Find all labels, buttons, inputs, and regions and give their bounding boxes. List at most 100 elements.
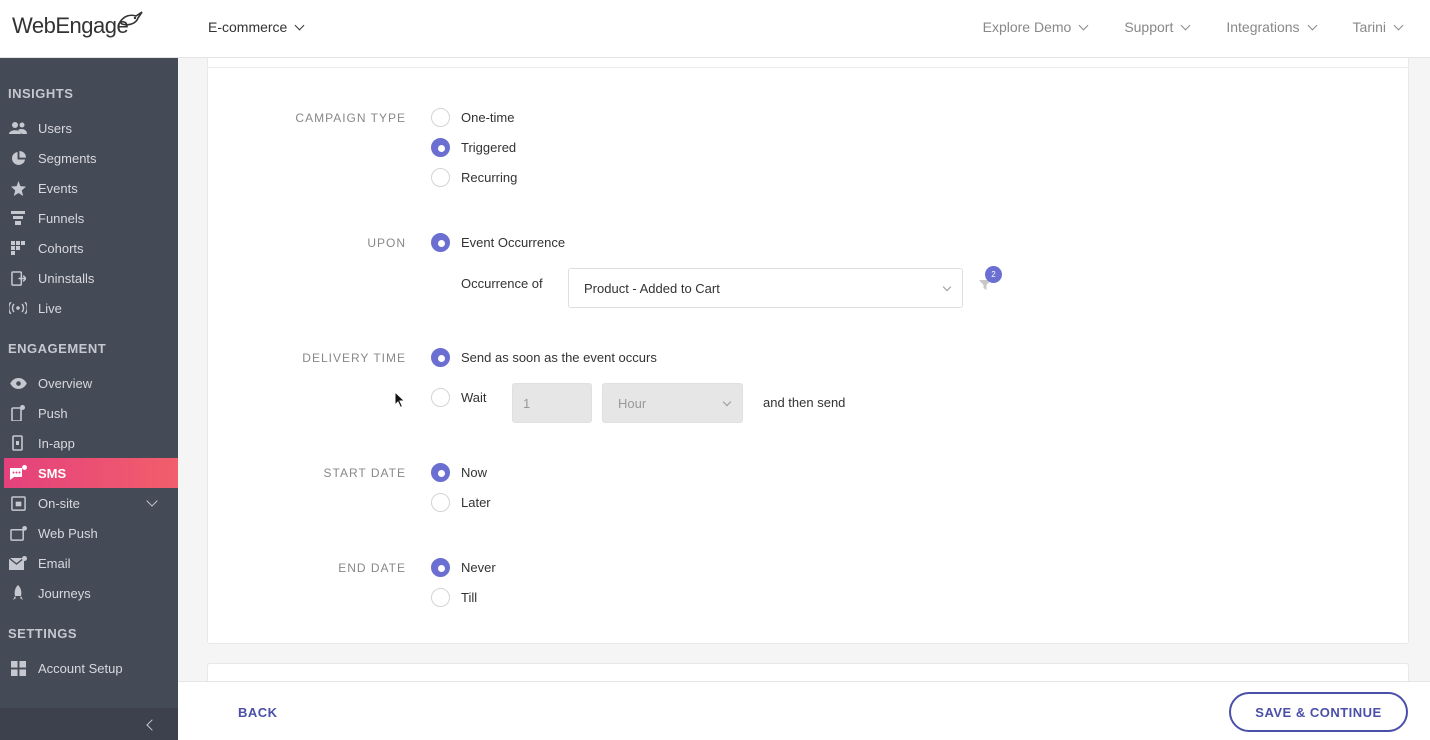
back-button[interactable]: BACK: [238, 705, 278, 720]
logo-text: WebEngage: [12, 13, 129, 38]
web-push-icon: [9, 525, 27, 541]
filter-count-badge: 2: [985, 266, 1002, 283]
user-name: Tarini: [1352, 19, 1386, 35]
radio-label: Event Occurrence: [461, 235, 566, 250]
uninstall-icon: [9, 270, 27, 286]
sidebar-item-label: Web Push: [38, 525, 98, 541]
sidebar-item-label: Segments: [38, 150, 97, 166]
sidebar-item-uninstalls[interactable]: Uninstalls: [0, 263, 178, 293]
radio-button-selected[interactable]: [431, 233, 450, 252]
bird-logo-icon: [118, 11, 143, 26]
wait-unit-select[interactable]: Hour: [602, 383, 743, 423]
sidebar-item-label: SMS: [38, 465, 67, 481]
sidebar-item-push[interactable]: Push: [0, 398, 178, 428]
sidebar-item-label: Funnels: [38, 210, 85, 226]
sidebar-item-label: Live: [38, 300, 62, 316]
sidebar-item-users[interactable]: Users: [0, 113, 178, 143]
radio-label: Later: [461, 495, 491, 510]
sidebar-item-sms[interactable]: SMS: [4, 458, 178, 488]
project-selector[interactable]: E-commerce: [208, 19, 305, 35]
sidebar-item-in-app[interactable]: In-app: [0, 428, 178, 458]
sidebar-collapse-bar[interactable]: [0, 708, 178, 740]
campaign-type-label: CAMPAIGN TYPE: [295, 111, 406, 125]
funnel-icon: [9, 210, 27, 226]
radio-send-immediately[interactable]: Send as soon as the event occurs: [431, 348, 657, 367]
sidebar-item-web-push[interactable]: Web Push: [0, 518, 178, 548]
radio-label: Now: [461, 465, 488, 480]
upon-label: UPON: [367, 236, 406, 250]
sidebar-item-funnels[interactable]: Funnels: [0, 203, 178, 233]
email-icon: [9, 555, 27, 571]
sidebar-item-cohorts[interactable]: Cohorts: [0, 233, 178, 263]
sidebar-item-label: In-app: [38, 435, 75, 451]
radio-wait[interactable]: Wait: [431, 388, 487, 407]
occurrence-of-label: Occurrence of: [461, 276, 543, 291]
radio-label: Never: [461, 560, 496, 575]
radio-start-now[interactable]: Now: [431, 463, 487, 482]
sidebar-item-on-site[interactable]: On-site: [0, 488, 178, 518]
mouse-cursor-icon: [394, 391, 406, 409]
radio-triggered[interactable]: Triggered: [431, 138, 516, 157]
sidebar-item-label: Push: [38, 405, 68, 421]
support-menu[interactable]: Support: [1124, 19, 1191, 35]
radio-button[interactable]: [431, 108, 450, 127]
chevron-down-icon: [294, 20, 305, 30]
end-date-label: END DATE: [338, 561, 406, 575]
sidebar-item-live[interactable]: Live: [0, 293, 178, 323]
sidebar-item-label: Overview: [38, 375, 93, 391]
integrations-menu[interactable]: Integrations: [1226, 19, 1317, 35]
sidebar-item-label: Journeys: [38, 585, 91, 601]
sidebar-item-overview[interactable]: Overview: [0, 368, 178, 398]
account-setup-icon: [9, 660, 27, 676]
delivery-time-label: DELIVERY TIME: [302, 351, 406, 365]
sidebar-item-email[interactable]: Email: [0, 548, 178, 578]
users-icon: [9, 120, 27, 136]
chevron-down-icon: [942, 282, 952, 292]
event-select-value: Product - Added to Cart: [584, 280, 720, 296]
top-nav: Explore Demo Support Integrations Tarini: [983, 19, 1404, 35]
user-menu[interactable]: Tarini: [1352, 19, 1404, 35]
radio-button[interactable]: [431, 168, 450, 187]
start-date-label: START DATE: [323, 466, 406, 480]
radio-button[interactable]: [431, 388, 450, 407]
explore-demo-menu[interactable]: Explore Demo: [983, 19, 1089, 35]
radio-end-never[interactable]: Never: [431, 558, 496, 577]
radio-event-occurrence[interactable]: Event Occurrence: [431, 233, 565, 252]
radio-button[interactable]: [431, 588, 450, 607]
wait-value-input[interactable]: 1: [512, 383, 592, 423]
radio-label: Wait: [461, 390, 487, 405]
radio-end-till[interactable]: Till: [431, 588, 477, 607]
wait-unit-value: Hour: [618, 395, 647, 411]
section-settings: SETTINGS: [8, 626, 78, 641]
radio-button-selected[interactable]: [431, 463, 450, 482]
sidebar-item-journeys[interactable]: Journeys: [0, 578, 178, 608]
webengage-logo[interactable]: WebEngage: [12, 10, 143, 42]
radio-start-later[interactable]: Later: [431, 493, 491, 512]
section-insights: INSIGHTS: [8, 86, 74, 101]
radio-label: One-time: [461, 110, 515, 125]
chevron-down-icon: [1393, 20, 1404, 30]
radio-button-selected[interactable]: [431, 138, 450, 157]
sidebar-item-label: Events: [38, 180, 78, 196]
radio-button-selected[interactable]: [431, 348, 450, 367]
chevron-down-icon[interactable]: [146, 495, 158, 507]
save-continue-button[interactable]: SAVE & CONTINUE: [1229, 692, 1408, 732]
sidebar-item-label: Uninstalls: [38, 270, 95, 286]
sidebar-item-events[interactable]: Events: [0, 173, 178, 203]
chevron-down-icon: [1307, 20, 1317, 30]
radio-recurring[interactable]: Recurring: [431, 168, 517, 187]
chevron-down-icon: [1180, 20, 1191, 30]
radio-label: Till: [461, 590, 478, 605]
radio-one-time[interactable]: One-time: [431, 108, 514, 127]
then-send-text: and then send: [763, 395, 846, 410]
sidebar-item-label: On-site: [38, 495, 80, 511]
top-bar: WebEngage E-commerce Explore Demo Suppor…: [0, 0, 1430, 58]
sidebar-item-account-setup[interactable]: Account Setup: [0, 653, 178, 683]
push-icon: [9, 405, 27, 421]
chevron-left-icon[interactable]: [146, 719, 158, 731]
radio-button[interactable]: [431, 493, 450, 512]
radio-button-selected[interactable]: [431, 558, 450, 577]
event-select[interactable]: Product - Added to Cart: [568, 268, 963, 308]
eye-icon: [9, 375, 27, 391]
sidebar-item-segments[interactable]: Segments: [0, 143, 178, 173]
